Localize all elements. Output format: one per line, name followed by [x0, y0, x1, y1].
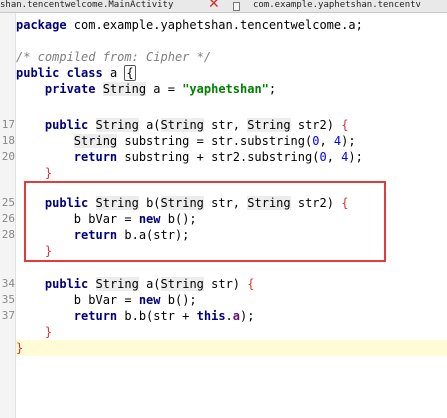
- line-number: 26: [1, 212, 15, 225]
- line-number: 20: [1, 150, 15, 163]
- code-line: String substring = str.substring(0, 4);: [73, 134, 356, 148]
- code-line-method-a-sig: public String a(String str, String str2)…: [44, 118, 349, 132]
- type-name: String: [102, 82, 147, 96]
- tab-label: shan.tencentwelcome.MainActivity: [0, 0, 174, 10]
- line-number: 35: [1, 293, 15, 306]
- code-line: }: [44, 325, 53, 339]
- code-line-method-a2-sig: public String a(String str) {: [44, 277, 255, 291]
- class-name: a: [102, 66, 125, 80]
- tab-main-activity[interactable]: shan.tencentwelcome.MainActivity: [0, 0, 206, 12]
- tab-cipher-a[interactable]: com.example.yaphetshan.tencentv: [240, 0, 447, 12]
- package-name: com.example.yaphetshan.tencentwelcome.a;: [66, 18, 363, 32]
- line-number: 25: [1, 196, 15, 209]
- string-literal: "yaphetshan": [182, 82, 269, 96]
- matched-brace: {: [124, 65, 136, 81]
- line-number-gutter: 17 18 20 25 26 28 34 35 37: [0, 13, 16, 418]
- code-line: b bVar = new b();: [73, 212, 197, 226]
- code-line-comment: /* compiled from: Cipher */: [16, 49, 447, 65]
- code-line-field: private String a = "yaphetshan";: [44, 82, 277, 96]
- code-line-class-close: }: [16, 340, 447, 356]
- tab-label: com.example.yaphetshan.tencentv: [253, 0, 421, 10]
- editor-tab-bar: shan.tencentwelcome.MainActivity ✕ com.e…: [0, 0, 447, 13]
- line-number: 28: [1, 228, 15, 241]
- keyword: class: [66, 66, 103, 80]
- line-number: 18: [1, 134, 15, 147]
- line-number: 17: [1, 118, 15, 131]
- keyword: private: [44, 82, 96, 96]
- code-line: }: [44, 244, 53, 258]
- code-line: return substring + str2.substring(0, 4);: [73, 150, 363, 164]
- keyword: public: [16, 66, 60, 80]
- comment: /* compiled from: Cipher */: [16, 50, 212, 64]
- code-line-package: package com.example.yaphetshan.tencentwe…: [16, 17, 447, 33]
- code-line: return b.b(str + this.a);: [73, 309, 255, 323]
- code-line: return b.a(str);: [73, 228, 190, 242]
- code-line-method-b-sig: public String b(String str, String str2)…: [44, 196, 349, 210]
- line-number: 37: [1, 309, 15, 322]
- code-line: }: [44, 166, 53, 180]
- line-number: 34: [1, 277, 15, 290]
- java-file-icon: [233, 2, 240, 11]
- code-line-class-decl: public class a {: [16, 65, 447, 81]
- code-line: b bVar = new b();: [73, 293, 197, 307]
- code-editor[interactable]: package com.example.yaphetshan.tencentwe…: [16, 13, 447, 418]
- close-icon[interactable]: ✕: [208, 0, 222, 11]
- keyword: package: [16, 18, 67, 32]
